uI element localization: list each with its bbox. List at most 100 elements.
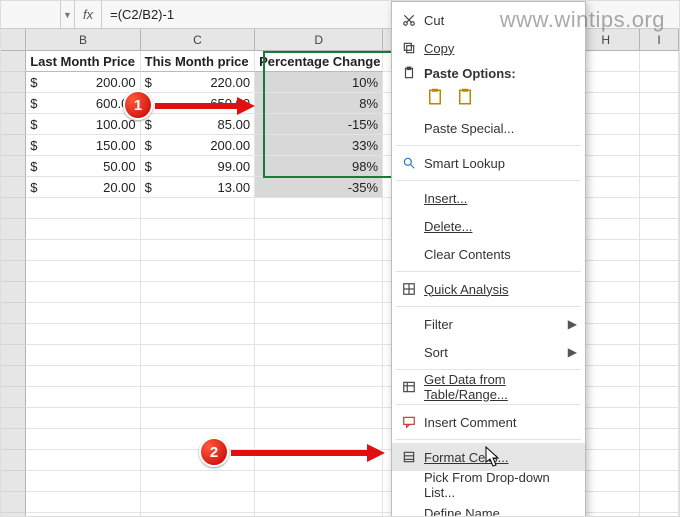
cell[interactable]: [640, 93, 679, 114]
row-head[interactable]: [1, 135, 26, 156]
cell[interactable]: [141, 366, 255, 387]
cell[interactable]: [26, 219, 140, 240]
cell[interactable]: [141, 513, 255, 517]
header-pct-change[interactable]: Percentage Change: [255, 51, 383, 72]
cell[interactable]: [255, 261, 383, 282]
cell[interactable]: [640, 219, 679, 240]
cell[interactable]: [640, 156, 679, 177]
cell-last-month[interactable]: $20.00: [26, 177, 140, 198]
row-head[interactable]: [1, 345, 26, 366]
paste-option-values[interactable]: [454, 86, 476, 108]
cell[interactable]: [141, 471, 255, 492]
row-head[interactable]: [1, 471, 26, 492]
paste-option-default[interactable]: [424, 86, 446, 108]
fx-label-icon[interactable]: fx: [75, 1, 102, 28]
cell[interactable]: [640, 261, 679, 282]
cell[interactable]: [141, 282, 255, 303]
cell[interactable]: [640, 471, 679, 492]
cell[interactable]: [255, 240, 383, 261]
cell[interactable]: [141, 198, 255, 219]
cell-last-month[interactable]: $150.00: [26, 135, 140, 156]
menu-clear-contents[interactable]: Clear Contents: [392, 240, 585, 268]
menu-smart-lookup[interactable]: Smart Lookup: [392, 149, 585, 177]
cell[interactable]: [26, 450, 140, 471]
cell[interactable]: [640, 387, 679, 408]
name-box[interactable]: [1, 1, 61, 28]
cell[interactable]: [640, 198, 679, 219]
cell[interactable]: [26, 261, 140, 282]
cell[interactable]: [640, 114, 679, 135]
cell[interactable]: [141, 219, 255, 240]
cell[interactable]: [640, 177, 679, 198]
col-header-B[interactable]: B: [26, 29, 140, 50]
cell[interactable]: [255, 282, 383, 303]
cell[interactable]: [255, 324, 383, 345]
row-head[interactable]: [1, 303, 26, 324]
row-head[interactable]: [1, 177, 26, 198]
row-head[interactable]: [1, 51, 26, 72]
cell[interactable]: [640, 345, 679, 366]
cell[interactable]: [26, 366, 140, 387]
cell-last-month[interactable]: $50.00: [26, 156, 140, 177]
cell-last-month[interactable]: $200.00: [26, 72, 140, 93]
cell-this-month[interactable]: $13.00: [141, 177, 255, 198]
menu-get-data[interactable]: Get Data from Table/Range...: [392, 373, 585, 401]
cell[interactable]: [26, 240, 140, 261]
cell[interactable]: [640, 513, 679, 517]
cell-pct-change[interactable]: 98%: [255, 156, 383, 177]
cell-last-month[interactable]: $100.00: [26, 114, 140, 135]
cell[interactable]: [640, 492, 679, 513]
menu-define-name[interactable]: Define Name...: [392, 499, 585, 517]
row-head[interactable]: [1, 324, 26, 345]
cell[interactable]: [255, 492, 383, 513]
cell[interactable]: [255, 366, 383, 387]
cell[interactable]: [141, 345, 255, 366]
cell[interactable]: [26, 324, 140, 345]
cell[interactable]: [640, 408, 679, 429]
cell[interactable]: [141, 492, 255, 513]
cell-pct-change[interactable]: 33%: [255, 135, 383, 156]
cell-this-month[interactable]: $99.00: [141, 156, 255, 177]
cell-pct-change[interactable]: 10%: [255, 72, 383, 93]
row-head[interactable]: [1, 72, 26, 93]
row-head[interactable]: [1, 429, 26, 450]
row-head[interactable]: [1, 282, 26, 303]
menu-copy[interactable]: Copy: [392, 34, 585, 62]
cell[interactable]: [255, 471, 383, 492]
row-head[interactable]: [1, 114, 26, 135]
cell-pct-change[interactable]: -15%: [255, 114, 383, 135]
cell-pct-change[interactable]: 8%: [255, 93, 383, 114]
cell[interactable]: [26, 408, 140, 429]
cell[interactable]: [640, 366, 679, 387]
row-head[interactable]: [1, 408, 26, 429]
row-head[interactable]: [1, 93, 26, 114]
cell[interactable]: [255, 345, 383, 366]
cell-this-month[interactable]: $200.00: [141, 135, 255, 156]
cell[interactable]: [640, 303, 679, 324]
menu-quick-analysis[interactable]: Quick Analysis: [392, 275, 585, 303]
row-head[interactable]: [1, 366, 26, 387]
cell[interactable]: [640, 324, 679, 345]
cell[interactable]: [141, 324, 255, 345]
menu-sort[interactable]: Sort ▶: [392, 338, 585, 366]
cell[interactable]: [640, 51, 679, 72]
cell[interactable]: [255, 198, 383, 219]
menu-format-cells[interactable]: Format Cells...: [392, 443, 585, 471]
cell[interactable]: [26, 513, 140, 517]
cell-pct-change[interactable]: -35%: [255, 177, 383, 198]
cell[interactable]: [255, 387, 383, 408]
cell[interactable]: [640, 429, 679, 450]
cell[interactable]: [26, 429, 140, 450]
menu-filter[interactable]: Filter ▶: [392, 310, 585, 338]
name-box-dropdown-icon[interactable]: ▼: [61, 1, 75, 28]
cell[interactable]: [640, 282, 679, 303]
menu-insert[interactable]: Insert...: [392, 184, 585, 212]
cell[interactable]: [255, 408, 383, 429]
cell[interactable]: [26, 282, 140, 303]
cell[interactable]: [26, 345, 140, 366]
cell[interactable]: [255, 303, 383, 324]
cell[interactable]: [141, 261, 255, 282]
menu-delete[interactable]: Delete...: [392, 212, 585, 240]
header-last-month[interactable]: Last Month Price: [26, 51, 140, 72]
menu-pick-list[interactable]: Pick From Drop-down List...: [392, 471, 585, 499]
